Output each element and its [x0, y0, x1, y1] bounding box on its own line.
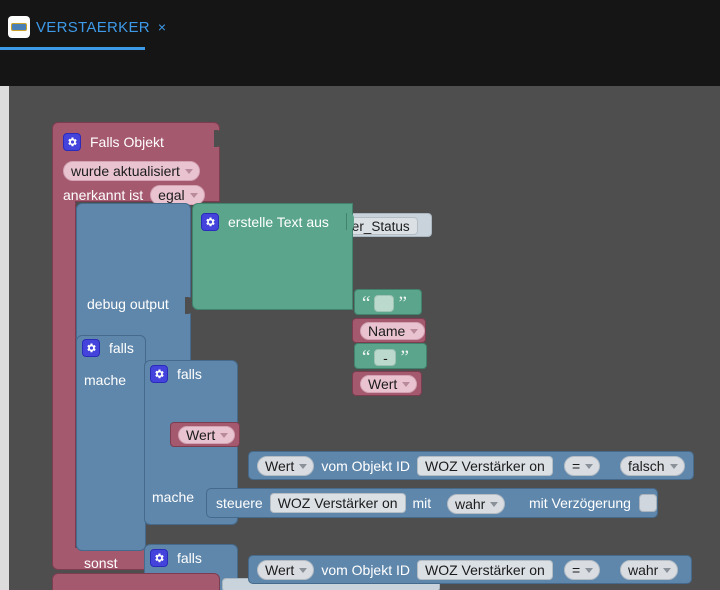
- chevron-down-icon: [299, 567, 308, 573]
- titlebar: VERSTAERKER ×: [0, 0, 720, 86]
- else-condition-object-id-field[interactable]: WOZ Verstärker on: [417, 560, 553, 580]
- blockly-editor-window: VERSTAERKER × Falls Objekt wurde aktuali…: [0, 0, 720, 590]
- create-text-block[interactable]: erstelle Text aus: [192, 203, 354, 310]
- then-action-block[interactable]: steuere WOZ Verstärker on mit wahr mit V…: [206, 488, 658, 518]
- else-condition-variable-value: Wert: [265, 562, 295, 578]
- chevron-down-icon: [585, 463, 594, 469]
- then-condition-right-value: falsch: [628, 458, 665, 474]
- outer-if-do-label: mache: [84, 372, 127, 388]
- create-text-socket-0: [346, 213, 354, 230]
- then-action-delay-field[interactable]: [638, 494, 657, 512]
- debug-output-label: debug output: [87, 296, 169, 312]
- open-quote: “: [362, 293, 371, 314]
- outer-if-label: falls: [109, 340, 134, 356]
- outer-if-else-label: sonst: [84, 555, 118, 571]
- outer-if-condition-block[interactable]: Wert: [170, 422, 240, 447]
- else-condition-block[interactable]: Wert vom Objekt ID WOZ Verstärker on = w…: [248, 555, 692, 584]
- variable-name-value: Name: [368, 323, 406, 339]
- chevron-down-icon: [663, 567, 672, 573]
- chevron-down-icon: [189, 192, 198, 198]
- create-text-title: erstelle Text aus: [228, 214, 329, 230]
- open-quote: “: [362, 347, 371, 368]
- gear-icon[interactable]: [201, 213, 219, 231]
- text-literal-field-2[interactable]: -: [374, 349, 397, 366]
- then-action-value: wahr: [455, 496, 486, 512]
- gear-icon[interactable]: [150, 549, 168, 567]
- tab-label: VERSTAERKER: [36, 18, 150, 36]
- next-trigger-block-partial[interactable]: [52, 573, 220, 590]
- close-icon[interactable]: ×: [158, 20, 166, 34]
- then-condition-variable-dropdown[interactable]: Wert: [257, 456, 315, 476]
- tab-verstaerker[interactable]: VERSTAERKER ×: [0, 10, 176, 44]
- close-quote: ”: [400, 347, 409, 368]
- chevron-down-icon: [410, 328, 419, 334]
- chevron-down-icon: [184, 168, 193, 174]
- variable-name-dropdown[interactable]: Name: [360, 322, 426, 340]
- else-if-label: falls: [177, 550, 202, 566]
- then-condition-block[interactable]: Wert vom Objekt ID WOZ Verstärker on = f…: [248, 451, 694, 480]
- then-condition-middle-label: vom Objekt ID: [321, 458, 411, 474]
- else-condition-operator-value: =: [572, 562, 581, 578]
- variable-block-name[interactable]: Name: [352, 318, 426, 343]
- chevron-down-icon: [585, 567, 594, 573]
- chevron-down-icon: [402, 381, 411, 387]
- else-condition-right-dropdown[interactable]: wahr: [620, 560, 679, 580]
- else-condition-right-value: wahr: [628, 562, 659, 578]
- chevron-down-icon: [220, 432, 229, 438]
- variable-wert-dropdown[interactable]: Wert: [360, 375, 418, 393]
- chevron-down-icon: [669, 463, 678, 469]
- gear-icon[interactable]: [63, 133, 81, 151]
- gear-icon[interactable]: [82, 339, 100, 357]
- then-action-verb: steuere: [216, 495, 263, 511]
- gear-icon[interactable]: [150, 365, 168, 383]
- chevron-down-icon: [299, 463, 308, 469]
- then-action-object-id-field[interactable]: WOZ Verstärker on: [269, 493, 406, 513]
- then-action-value-dropdown[interactable]: wahr: [447, 494, 506, 514]
- outer-if-condition-value: Wert: [186, 427, 216, 443]
- else-condition-middle-label: vom Objekt ID: [321, 562, 411, 578]
- trigger-block-body[interactable]: [52, 201, 76, 549]
- vertical-scrollbar[interactable]: [0, 86, 9, 590]
- trigger-ack-label: anerkannt ist: [63, 187, 144, 203]
- variable-block-wert[interactable]: Wert: [352, 371, 422, 396]
- then-condition-operator-dropdown[interactable]: =: [564, 456, 601, 476]
- outer-if-block[interactable]: [76, 335, 146, 551]
- tab-strip: VERSTAERKER ×: [0, 8, 176, 46]
- then-condition-operator-value: =: [572, 458, 581, 474]
- trigger-condition-value: wurde aktualisiert: [71, 163, 180, 179]
- text-literal-field-0[interactable]: [374, 295, 395, 312]
- then-action-with-label: mit: [412, 495, 432, 511]
- then-if-label: falls: [177, 366, 202, 382]
- blockly-script-icon: [8, 16, 30, 38]
- then-action-delay-label: mit Verzögerung: [529, 495, 631, 511]
- outer-if-condition-dropdown[interactable]: Wert: [178, 426, 236, 444]
- then-condition-variable-value: Wert: [265, 458, 295, 474]
- trigger-ack-value: egal: [158, 187, 185, 203]
- trigger-condition-dropdown[interactable]: wurde aktualisiert: [63, 161, 200, 181]
- else-condition-operator-dropdown[interactable]: =: [564, 560, 601, 580]
- trigger-input-socket: [214, 130, 222, 147]
- text-literal-block-2[interactable]: “ - ”: [354, 343, 427, 369]
- blockly-workspace[interactable]: Falls Objekt wurde aktualisiert anerkann…: [0, 86, 720, 590]
- tab-active-indicator: [0, 47, 145, 50]
- trigger-block-falls-objekt[interactable]: Falls Objekt wurde aktualisiert anerkann…: [52, 122, 220, 205]
- text-literal-block-0[interactable]: “ ”: [354, 289, 422, 315]
- then-condition-right-dropdown[interactable]: falsch: [620, 456, 685, 476]
- trigger-ack-dropdown[interactable]: egal: [150, 185, 205, 205]
- then-condition-object-id-field[interactable]: WOZ Verstärker on: [417, 456, 553, 476]
- close-quote: ”: [398, 293, 407, 314]
- trigger-title: Falls Objekt: [90, 134, 164, 150]
- chevron-down-icon: [490, 501, 499, 507]
- variable-wert-value: Wert: [368, 376, 398, 392]
- else-condition-variable-dropdown[interactable]: Wert: [257, 560, 315, 580]
- then-do-label: mache: [152, 489, 195, 505]
